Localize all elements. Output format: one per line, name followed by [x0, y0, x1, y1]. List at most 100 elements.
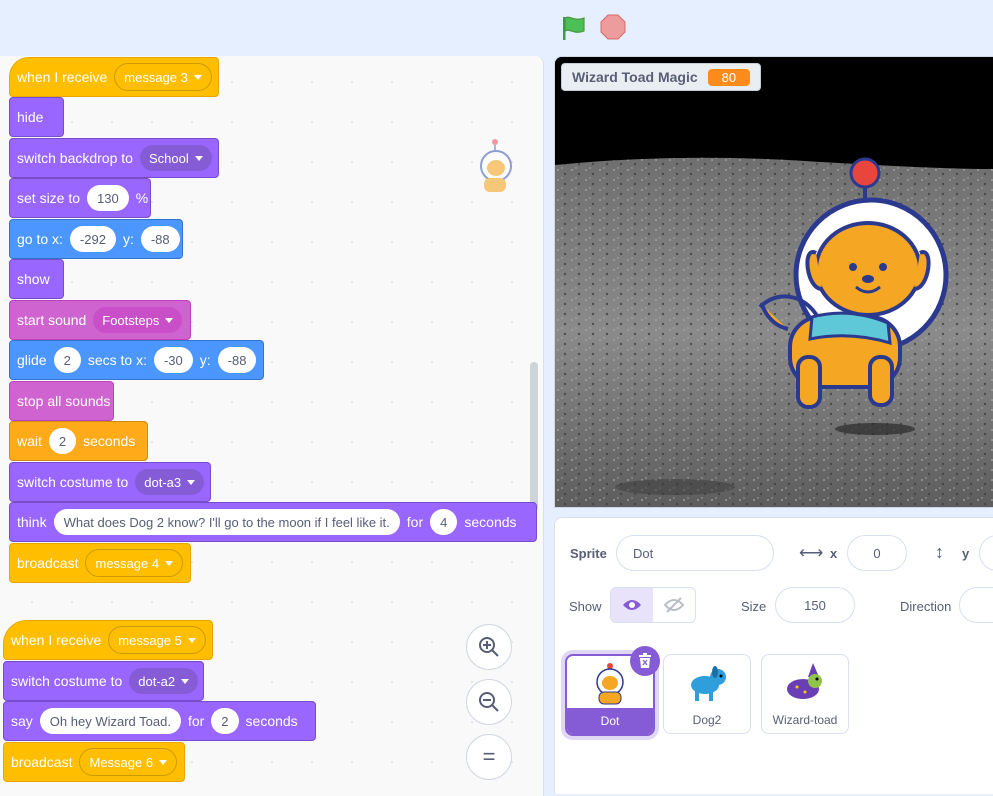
size-value: 150 [804, 597, 826, 613]
costume-dropdown[interactable]: dot-a3 [135, 469, 205, 495]
chevron-down-icon [194, 155, 203, 161]
y-position-input[interactable] [979, 535, 993, 571]
block-label: think [17, 514, 47, 530]
variable-monitor[interactable]: Wizard Toad Magic 80 [561, 63, 762, 91]
block-label: y: [122, 231, 134, 247]
direction-input[interactable] [959, 587, 993, 623]
broadcast-dropdown[interactable]: Message 6 [79, 748, 178, 776]
stage[interactable]: Wizard Toad Magic 80 [554, 56, 993, 508]
wizard-toad-thumbnail [787, 663, 822, 699]
size-input[interactable]: 130 [87, 185, 129, 211]
costume-dropdown[interactable]: dot-a2 [129, 668, 199, 694]
sprite-tile-wizard-toad[interactable]: Wizard-toad [761, 654, 849, 734]
x-input[interactable]: -30 [153, 347, 193, 373]
zoom-out-button[interactable] [466, 679, 512, 725]
code-scrollbar[interactable] [530, 362, 538, 512]
y-input[interactable]: -88 [140, 226, 180, 252]
trash-icon [639, 653, 651, 668]
green-flag-icon[interactable] [560, 14, 588, 42]
glide-block[interactable]: glide 2 secs to x: -30 y: -88 [9, 340, 264, 380]
broadcast-block[interactable]: broadcast Message 6 [3, 742, 185, 782]
block-label: go to x: [17, 231, 63, 247]
message-dropdown[interactable]: message 5 [108, 626, 206, 654]
dot-sprite[interactable] [750, 157, 960, 417]
block-label: show [17, 271, 50, 287]
eye-slash-icon [664, 597, 684, 613]
show-block[interactable]: show [9, 259, 64, 299]
say-text-input[interactable]: Oh hey Wizard Toad. [39, 708, 181, 734]
block-label: broadcast [11, 754, 73, 770]
block-label: hide [17, 109, 44, 125]
stop-all-sounds-block[interactable]: stop all sounds [9, 381, 114, 421]
y-input[interactable]: -88 [217, 347, 257, 373]
zoom-in-button[interactable] [466, 624, 512, 670]
stage-toolbar [0, 0, 993, 56]
block-label: switch backdrop to [17, 150, 133, 166]
when-i-receive-hat-block[interactable]: when I receive message 5 [3, 620, 213, 660]
show-label: Show [569, 599, 602, 614]
sprite-tile-label: Wizard-toad [772, 713, 838, 727]
sound-dropdown[interactable]: Footsteps [93, 307, 183, 333]
block-label: y: [199, 352, 211, 368]
block-label: broadcast [17, 555, 79, 571]
sprite-tile-label: Dot [567, 708, 653, 734]
zoom-reset-icon: = [482, 744, 496, 769]
secs-input[interactable]: 2 [53, 347, 81, 373]
zoom-out-icon [479, 692, 499, 712]
sprite-list: Dot Dog2 Wizard-toad [554, 644, 993, 794]
sprite-name-input[interactable]: Dot [616, 535, 774, 571]
secs-input[interactable]: 2 [211, 708, 239, 734]
start-sound-block[interactable]: start sound Footsteps [9, 300, 191, 340]
x-input[interactable]: -292 [69, 226, 116, 252]
message-dropdown[interactable]: message 3 [114, 63, 212, 91]
switch-costume-block[interactable]: switch costume to dot-a3 [9, 462, 211, 502]
broadcast-block[interactable]: broadcast message 4 [9, 543, 191, 583]
y-label: y [962, 546, 970, 561]
y-arrows-icon: ↕ [935, 542, 944, 562]
switch-costume-block[interactable]: switch costume to dot-a2 [3, 661, 204, 701]
set-size-block[interactable]: set size to 130 % [9, 178, 151, 218]
block-label: seconds [464, 514, 517, 530]
block-label: say [11, 713, 33, 729]
wait-input[interactable]: 2 [48, 428, 77, 454]
think-for-secs-block[interactable]: think What does Dog 2 know? I'll go to t… [9, 502, 537, 542]
show-sprite-button[interactable] [611, 588, 653, 622]
chevron-down-icon [193, 74, 202, 80]
monitor-value: 80 [707, 68, 751, 86]
go-to-xy-block[interactable]: go to x: -292 y: -88 [9, 219, 183, 259]
block-label: start sound [17, 312, 87, 328]
x-position-input[interactable]: 0 [847, 535, 907, 571]
block-label: for [187, 713, 205, 729]
block-label: when I receive [17, 69, 108, 85]
broadcast-dropdown[interactable]: message 4 [85, 549, 184, 577]
block-label: % [135, 190, 149, 206]
block-label: seconds [83, 433, 136, 449]
block-label: glide [17, 352, 47, 368]
hide-block[interactable]: hide [9, 97, 64, 137]
chevron-down-icon [187, 479, 196, 485]
chevron-down-icon [165, 560, 174, 566]
hide-sprite-button[interactable] [653, 588, 695, 622]
size-input[interactable]: 150 [775, 587, 855, 623]
sprite-name-value: Dot [633, 545, 654, 561]
zoom-in-icon [479, 637, 499, 657]
sprite-tile-dog2[interactable]: Dog2 [663, 654, 751, 734]
when-i-receive-hat-block[interactable]: when I receive message 3 [9, 57, 219, 97]
wait-block[interactable]: wait 2 seconds [9, 421, 148, 461]
backdrop-dropdown[interactable]: School [139, 145, 212, 171]
block-label: set size to [17, 190, 81, 206]
delete-sprite-button[interactable] [630, 646, 660, 676]
size-label: Size [741, 599, 767, 614]
x-arrows-icon: ⟷ [799, 543, 824, 562]
think-text-input[interactable]: What does Dog 2 know? I'll go to the moo… [53, 509, 400, 535]
x-position-value: 0 [873, 545, 881, 561]
monitor-label: Wizard Toad Magic [572, 69, 698, 85]
switch-backdrop-block[interactable]: switch backdrop to School [9, 138, 219, 178]
chevron-down-icon [181, 678, 190, 684]
zoom-reset-button[interactable]: = [466, 734, 512, 780]
stop-icon[interactable] [600, 14, 626, 40]
sprite-label: Sprite [570, 546, 607, 561]
secs-input[interactable]: 4 [430, 509, 458, 535]
visibility-toggle[interactable] [610, 587, 696, 623]
say-for-secs-block[interactable]: say Oh hey Wizard Toad. for 2 seconds [3, 701, 316, 741]
